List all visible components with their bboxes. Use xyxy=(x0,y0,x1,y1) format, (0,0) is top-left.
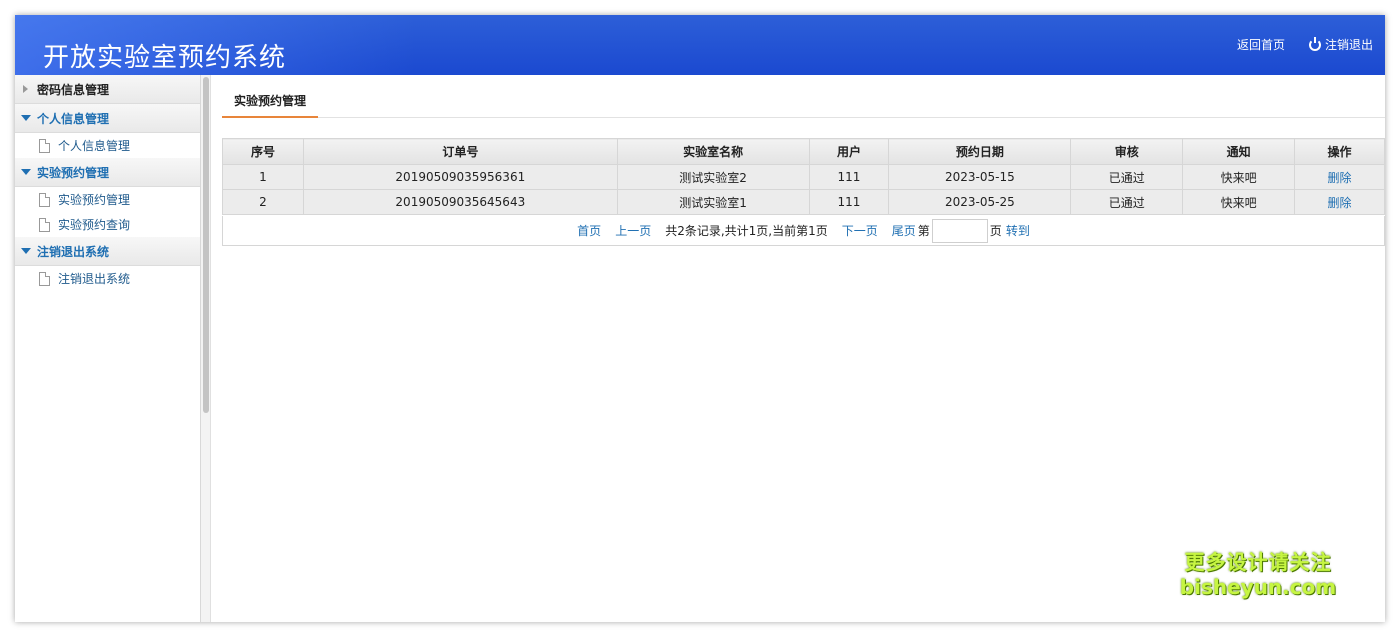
sidebar-group-personal[interactable]: 个人信息管理 xyxy=(15,104,200,133)
header-links: 返回首页 注销退出 xyxy=(1237,36,1373,53)
prev-page-link[interactable]: 上一页 xyxy=(615,222,651,239)
home-link[interactable]: 返回首页 xyxy=(1237,36,1285,53)
first-page-link[interactable]: 首页 xyxy=(577,222,601,239)
goto-suffix: 页 xyxy=(989,224,1002,238)
cell-index: 1 xyxy=(222,164,304,190)
sidebar-item-reservation-manage[interactable]: 实验预约管理 xyxy=(15,187,200,212)
sidebar-group-password[interactable]: 密码信息管理 xyxy=(15,75,200,104)
column-header: 预约日期 xyxy=(888,138,1072,165)
sidebar-group-label: 密码信息管理 xyxy=(37,82,110,97)
cell-notice: 快来吧 xyxy=(1182,189,1296,215)
sidebar-menu: 密码信息管理 个人信息管理 个人信息管理 实验预约管理 实验预约管理 实验预约查… xyxy=(15,75,201,622)
pager-summary: 共2条记录,共计1页,当前第1页 xyxy=(665,224,828,238)
cell-notice: 快来吧 xyxy=(1182,164,1296,190)
cell-lab-name: 测试实验室1 xyxy=(616,189,810,215)
sidebar-group-label: 注销退出系统 xyxy=(37,244,110,259)
table-row: 2 20190509035645643 测试实验室1 111 2023-05-2… xyxy=(222,189,1385,215)
sidebar-group-logout[interactable]: 注销退出系统 xyxy=(15,237,200,266)
tab-reservation-manage[interactable]: 实验预约管理 xyxy=(222,75,318,118)
page-number-input[interactable] xyxy=(931,218,988,243)
sidebar-group-reservation[interactable]: 实验预约管理 xyxy=(15,158,200,187)
cell-lab-name: 测试实验室2 xyxy=(616,164,810,190)
sidebar-scrollbar[interactable] xyxy=(201,75,211,622)
document-icon xyxy=(39,217,50,232)
caret-down-icon xyxy=(21,248,31,254)
main-content: 实验预约管理 序号 订单号 实验室名称 用户 预约日期 审核 通知 操作 1 2… xyxy=(212,75,1385,622)
column-header: 用户 xyxy=(808,138,890,165)
column-header: 订单号 xyxy=(302,138,618,165)
column-header: 操作 xyxy=(1294,138,1385,165)
goto-button[interactable]: 转到 xyxy=(1006,222,1030,239)
document-icon xyxy=(39,271,50,286)
pagination-bar: 首页 上一页 共2条记录,共计1页,当前第1页 下一页 尾页 第 页 转到 xyxy=(222,216,1385,246)
top-header: 开放实验室预约系统 返回首页 注销退出 xyxy=(15,15,1385,75)
cell-index: 2 xyxy=(222,189,304,215)
last-page-link[interactable]: 尾页 xyxy=(892,222,916,239)
goto-prefix: 第 xyxy=(917,224,930,238)
sidebar-group-label: 实验预约管理 xyxy=(37,165,110,180)
cell-user: 111 xyxy=(808,164,890,190)
caret-down-icon xyxy=(21,169,31,175)
document-icon xyxy=(39,192,50,207)
column-header: 通知 xyxy=(1182,138,1296,165)
watermark-line2: bisheyun.com xyxy=(1179,575,1337,599)
cell-date: 2023-05-15 xyxy=(888,164,1072,190)
cell-date: 2023-05-25 xyxy=(888,189,1072,215)
sidebar-item-logout[interactable]: 注销退出系统 xyxy=(15,266,200,291)
column-header: 实验室名称 xyxy=(616,138,810,165)
sidebar-item-label: 实验预约管理 xyxy=(58,193,131,207)
logout-link[interactable]: 注销退出 xyxy=(1308,36,1373,53)
cell-user: 111 xyxy=(808,189,890,215)
app-window: 开放实验室预约系统 返回首页 注销退出 密码信息管理 个人信息管理 个人信息管理… xyxy=(15,15,1385,622)
logout-label: 注销退出 xyxy=(1324,38,1373,52)
sidebar-item-label: 实验预约查询 xyxy=(58,218,131,232)
watermark: 更多设计请关注 bisheyun.com xyxy=(1158,546,1358,599)
column-header: 审核 xyxy=(1070,138,1184,165)
sidebar-item-personal-info[interactable]: 个人信息管理 xyxy=(15,133,200,158)
table-header-row: 序号 订单号 实验室名称 用户 预约日期 审核 通知 操作 xyxy=(222,138,1385,165)
caret-down-icon xyxy=(21,115,31,121)
column-header: 序号 xyxy=(222,138,304,165)
cell-review: 已通过 xyxy=(1070,164,1184,190)
watermark-line1: 更多设计请关注 xyxy=(1184,550,1332,574)
reservation-table: 序号 订单号 实验室名称 用户 预约日期 审核 通知 操作 1 20190509… xyxy=(222,138,1385,215)
cell-order-no: 20190509035956361 xyxy=(302,164,618,190)
power-icon xyxy=(1308,36,1321,51)
next-page-link[interactable]: 下一页 xyxy=(842,222,878,239)
cell-review: 已通过 xyxy=(1070,189,1184,215)
sidebar-item-label: 注销退出系统 xyxy=(58,272,131,286)
sidebar-group-label: 个人信息管理 xyxy=(37,111,110,126)
tab-bar: 实验预约管理 xyxy=(222,75,1385,118)
sidebar-item-reservation-query[interactable]: 实验预约查询 xyxy=(15,212,200,237)
scrollbar-thumb[interactable] xyxy=(203,77,209,413)
caret-right-icon xyxy=(23,85,28,93)
app-title: 开放实验室预约系统 xyxy=(43,43,287,73)
cell-order-no: 20190509035645643 xyxy=(302,189,618,215)
table-row: 1 20190509035956361 测试实验室2 111 2023-05-1… xyxy=(222,164,1385,190)
delete-link[interactable]: 删除 xyxy=(1294,164,1385,190)
sidebar-item-label: 个人信息管理 xyxy=(58,139,131,153)
delete-link[interactable]: 删除 xyxy=(1294,189,1385,215)
document-icon xyxy=(39,138,50,153)
